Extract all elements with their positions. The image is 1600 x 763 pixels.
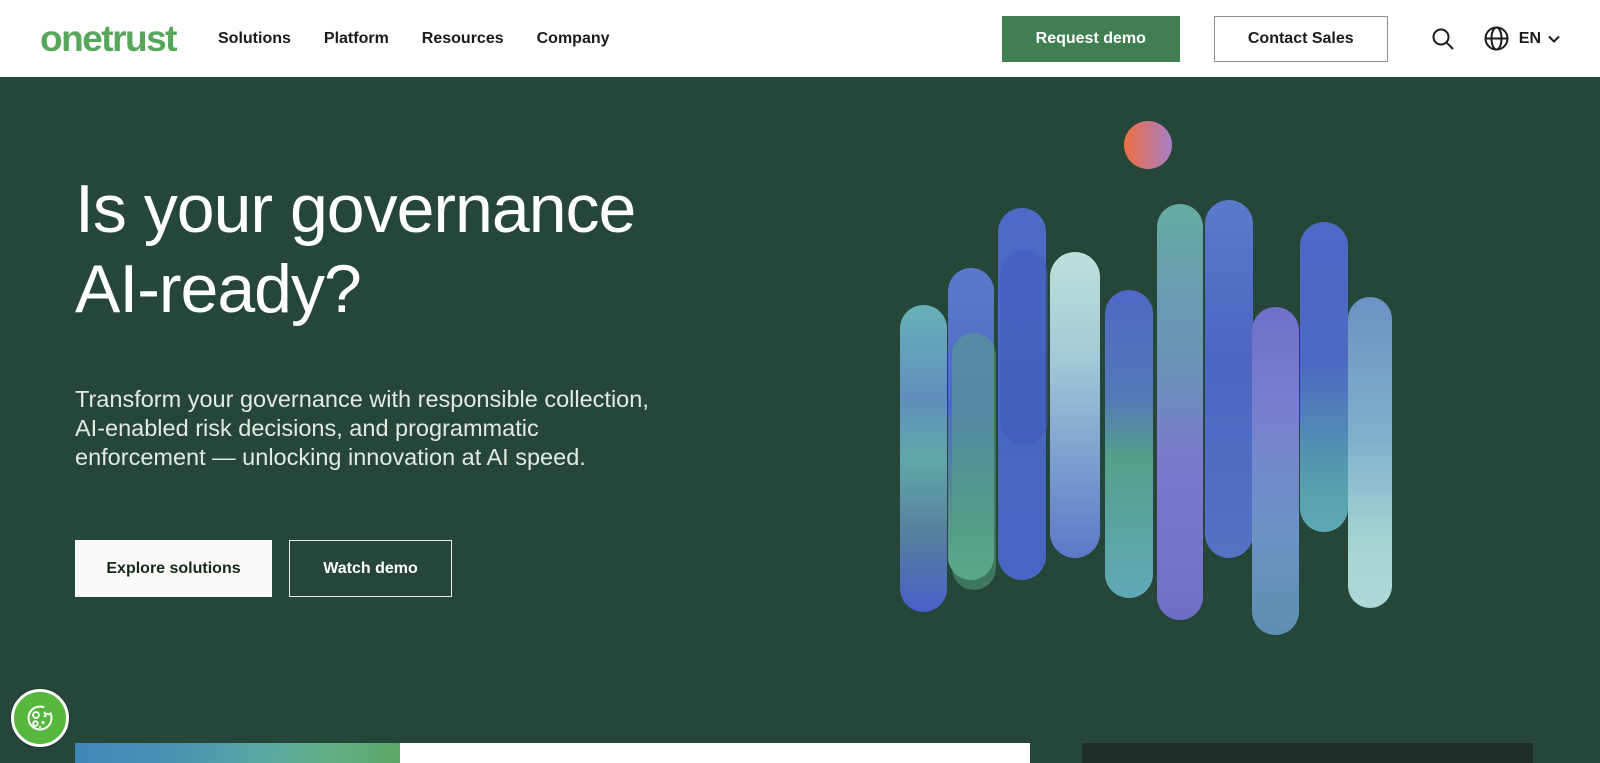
- nav-actions: Request demo Contact Sales EN: [1001, 15, 1560, 62]
- page-title: Is your governance AI-ready?: [75, 170, 775, 329]
- language-code: EN: [1518, 29, 1541, 47]
- globe-icon[interactable]: [1483, 25, 1510, 52]
- cropped-card-left-image: [75, 743, 400, 763]
- watch-demo-button[interactable]: Watch demo: [289, 540, 452, 598]
- nav-item-solutions[interactable]: Solutions: [218, 30, 291, 48]
- hero-copy: Is your governance AI-ready? Transform y…: [75, 170, 775, 598]
- cookie-icon: [27, 704, 54, 731]
- search-icon[interactable]: [1430, 26, 1456, 52]
- hero-description: Transform your governance with responsib…: [75, 385, 775, 472]
- cookie-consent-button[interactable]: [11, 689, 69, 747]
- language-selector[interactable]: EN: [1519, 30, 1560, 48]
- hero-description-line: AI-enabled risk decisions, and programma…: [75, 415, 539, 442]
- nav-item-platform[interactable]: Platform: [324, 30, 389, 48]
- page-title-line1: Is your governance: [75, 171, 636, 247]
- nav-item-resources[interactable]: Resources: [422, 30, 504, 48]
- hero-description-line: Transform your governance with responsib…: [75, 386, 649, 413]
- brand-logo[interactable]: onetrust: [40, 20, 178, 57]
- explore-solutions-button[interactable]: Explore solutions: [75, 540, 272, 598]
- hero-cta-row: Explore solutions Watch demo: [75, 540, 775, 598]
- contact-sales-button[interactable]: Contact Sales: [1213, 15, 1388, 62]
- top-nav: onetrust Solutions Platform Resources Co…: [0, 0, 1600, 77]
- cropped-card-left: [75, 743, 1030, 763]
- hero-section: Is your governance AI-ready? Transform y…: [0, 77, 1600, 763]
- request-demo-button[interactable]: Request demo: [1001, 15, 1180, 62]
- page-title-line2: AI-ready?: [75, 250, 362, 327]
- nav-item-company[interactable]: Company: [537, 30, 610, 48]
- main-nav: Solutions Platform Resources Company: [218, 30, 610, 48]
- cropped-card-right: [1082, 743, 1533, 763]
- hero-description-line: enforcement — unlocking innovation at AI…: [75, 444, 586, 471]
- chevron-down-icon: [1548, 35, 1560, 43]
